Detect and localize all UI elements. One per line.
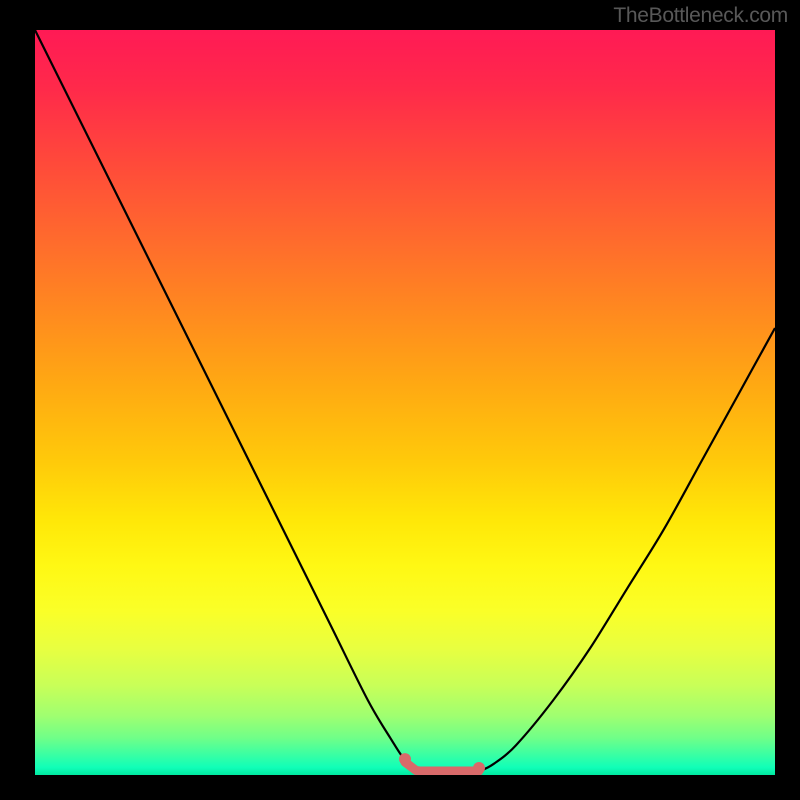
optimal-region-marker bbox=[35, 30, 775, 775]
watermark-text: TheBottleneck.com bbox=[613, 4, 788, 28]
chart-plot-area bbox=[35, 30, 775, 775]
